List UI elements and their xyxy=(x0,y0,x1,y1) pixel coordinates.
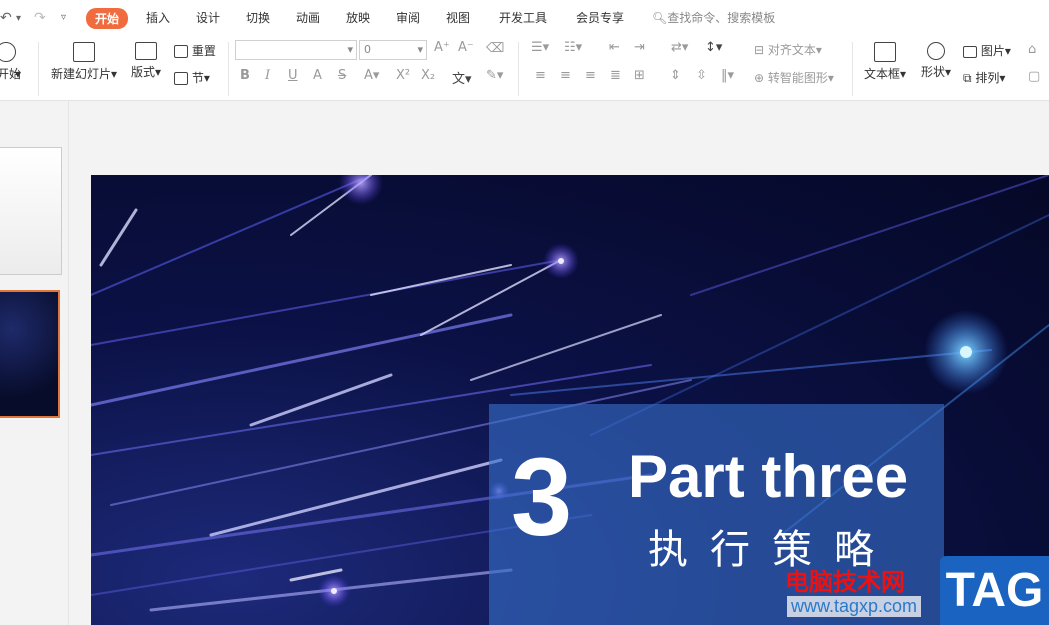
align-right-icon[interactable]: ≡ xyxy=(585,68,596,83)
chevron-down-icon: ▾ xyxy=(347,43,353,56)
textbox-button[interactable]: 文本框▾ xyxy=(860,42,910,82)
shape-label: 形状 xyxy=(920,65,945,79)
layout-button[interactable]: 版式▾ xyxy=(128,42,164,80)
line-spacing-icon[interactable]: ↕▾ xyxy=(705,40,722,55)
start-slideshow-label: 开始 xyxy=(0,67,21,81)
section-title[interactable]: Part three xyxy=(628,447,908,507)
new-slide-button[interactable]: 新建幻灯片▾ xyxy=(48,42,120,82)
align-center-icon[interactable]: ≡ xyxy=(560,68,571,83)
text-direction-icon[interactable]: ⇄▾ xyxy=(671,40,688,55)
clear-format-icon[interactable]: ⌫ xyxy=(486,41,504,56)
align-left-icon[interactable]: ≡ xyxy=(535,68,546,83)
reset-label: 重置 xyxy=(191,44,216,58)
textbox-label: 文本框 xyxy=(863,67,900,81)
search-icon: 🔍︎ xyxy=(652,11,668,25)
shape-icon xyxy=(927,42,945,60)
slide-canvas[interactable]: 3 Part three 执行策略 xyxy=(91,175,1049,625)
bullet-list-icon[interactable]: ☰▾ xyxy=(531,40,549,55)
section-button[interactable]: 节▾ xyxy=(174,69,210,86)
arrange-icon: ⧉ xyxy=(963,71,972,85)
tab-animation[interactable]: 动画 xyxy=(296,9,320,26)
section-label: 节 xyxy=(191,71,204,85)
section-number[interactable]: 3 xyxy=(511,443,572,553)
ribbon-toolbar: 开始▾ 新建幻灯片▾ 版式▾ 重置 节▾ ▾ 0 ▾ A⁺ A⁻ ⌫ B I U… xyxy=(0,36,1049,101)
slide-thumbnail-selected[interactable] xyxy=(0,290,60,418)
tab-design[interactable]: 设计 xyxy=(196,9,220,26)
decrease-indent-icon[interactable]: ⇤ xyxy=(609,40,620,55)
more-tools-icon-2[interactable]: ▢ xyxy=(1028,69,1040,84)
new-slide-icon xyxy=(73,42,95,62)
increase-indent-icon[interactable]: ⇥ xyxy=(634,40,645,55)
slide-thumbnail-panel xyxy=(0,101,69,625)
tab-developer-tools[interactable]: 开发工具 xyxy=(499,9,547,26)
smart-graphic-label: 转智能图形 xyxy=(767,71,828,85)
tab-insert[interactable]: 插入 xyxy=(146,9,170,26)
chevron-down-icon: ▾ xyxy=(417,43,423,56)
layout-label: 版式 xyxy=(130,65,155,79)
layout-icon xyxy=(135,42,157,60)
paragraph-spacing-icon[interactable]: ⇕ xyxy=(670,68,681,83)
superscript-icon[interactable]: X² xyxy=(396,68,410,83)
subscript-icon[interactable]: X₂ xyxy=(421,68,435,83)
font-color-icon[interactable]: A▾ xyxy=(364,68,379,83)
increase-font-icon[interactable]: A⁺ xyxy=(434,40,450,55)
arrange-label: 排列 xyxy=(975,71,1000,85)
tab-slideshow[interactable]: 放映 xyxy=(346,9,370,26)
tab-start[interactable]: 开始 xyxy=(86,8,129,29)
watermark-url: www.tagxp.com xyxy=(787,596,922,617)
search-placeholder: 查找命令、搜索模板 xyxy=(667,11,776,25)
strikethrough-icon[interactable]: S xyxy=(338,68,346,83)
highlight-icon[interactable]: ✎▾ xyxy=(486,68,503,83)
divider xyxy=(228,42,229,96)
divider xyxy=(852,42,853,96)
numbered-list-icon[interactable]: ☷▾ xyxy=(564,40,582,55)
picture-icon xyxy=(963,45,977,58)
smart-graphic-button[interactable]: ⊕ 转智能图形▾ xyxy=(754,69,834,86)
shape-button[interactable]: 形状▾ xyxy=(916,42,956,80)
justify-icon[interactable]: ≣ xyxy=(610,68,621,83)
font-size-value: 0 xyxy=(364,43,371,56)
tab-view[interactable]: 视图 xyxy=(446,9,470,26)
phonetic-guide-icon[interactable]: 文▾ xyxy=(452,68,472,87)
redo-icon[interactable]: ↷ xyxy=(34,10,46,26)
divider xyxy=(38,42,39,96)
watermark-site-name: 电脑技术网 xyxy=(785,568,905,596)
start-slideshow-button[interactable]: 开始▾ xyxy=(0,42,24,82)
tab-member[interactable]: 会员专享 xyxy=(576,9,624,26)
undo-dropdown-icon[interactable]: ▾ xyxy=(16,13,21,24)
search-commands[interactable]: 🔍︎查找命令、搜索模板 xyxy=(652,9,775,26)
spacing-options-icon[interactable]: ⇳ xyxy=(696,68,707,83)
underline-icon[interactable]: U xyxy=(288,68,298,83)
play-icon xyxy=(0,42,16,62)
more-tools-icon[interactable]: ⌂ xyxy=(1028,42,1036,57)
textbox-icon xyxy=(874,42,896,62)
align-text-label: 对齐文本 xyxy=(767,43,816,57)
slide-thumbnail[interactable] xyxy=(0,147,62,275)
new-slide-label: 新建幻灯片 xyxy=(50,67,111,81)
reset-icon xyxy=(174,45,188,58)
customize-toolbar-icon[interactable]: ▿ xyxy=(61,12,66,23)
section-icon xyxy=(174,72,188,85)
picture-label: 图片 xyxy=(980,44,1005,58)
tab-transitions[interactable]: 切换 xyxy=(246,9,270,26)
divider xyxy=(518,42,519,96)
distribute-icon[interactable]: ⊞ xyxy=(634,68,645,83)
reset-button[interactable]: 重置 xyxy=(174,42,216,59)
watermark-tag-logo: TAG xyxy=(940,556,1049,625)
bold-icon[interactable]: B xyxy=(240,68,250,83)
arrange-button[interactable]: ⧉ 排列▾ xyxy=(963,69,1005,86)
align-text-button[interactable]: ⊟ 对齐文本▾ xyxy=(754,41,822,58)
italic-icon[interactable]: I xyxy=(265,68,270,83)
undo-icon[interactable]: ↶ xyxy=(0,10,12,26)
font-size-select[interactable]: 0 ▾ xyxy=(359,40,427,60)
picture-button[interactable]: 图片▾ xyxy=(963,42,1011,59)
font-name-select[interactable]: ▾ xyxy=(235,40,357,60)
text-outline-icon[interactable]: A xyxy=(313,68,322,83)
tab-review[interactable]: 审阅 xyxy=(396,9,420,26)
menu-tab-bar: ↶ ▾ ↷ ▿ 开始 插入 设计 切换 动画 放映 审阅 视图 开发工具 会员专… xyxy=(0,0,1049,36)
columns-icon[interactable]: ‖▾ xyxy=(721,68,734,83)
decrease-font-icon[interactable]: A⁻ xyxy=(458,40,474,55)
